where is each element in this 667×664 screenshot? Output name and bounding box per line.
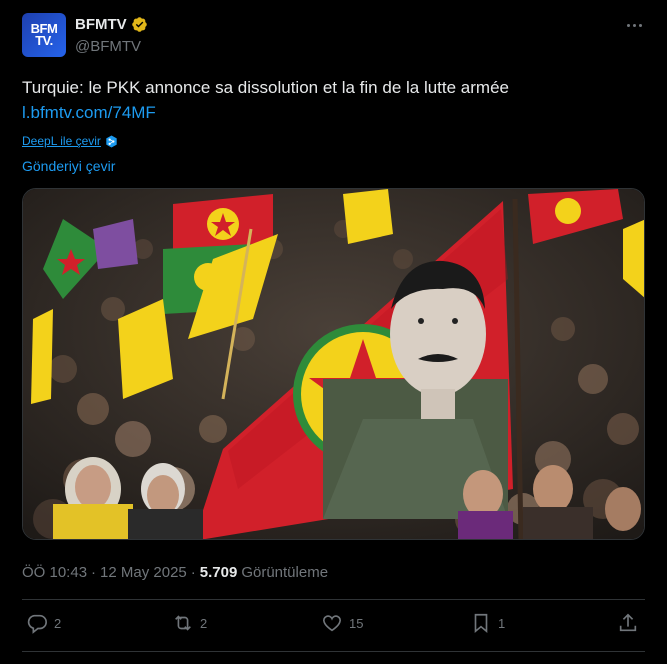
share-icon xyxy=(619,613,637,632)
reply-icon xyxy=(27,614,47,634)
like-button[interactable]: 15 xyxy=(321,612,363,634)
translate-post-link[interactable]: Gönderiyi çevir xyxy=(22,158,115,174)
deepl-translate-link[interactable]: DeepL ile çevir xyxy=(22,134,118,148)
author-handle[interactable]: @BFMTV xyxy=(75,38,141,55)
retweet-count: 2 xyxy=(200,615,208,631)
bookmark-button[interactable]: 1 xyxy=(470,612,505,634)
retweet-button[interactable]: 2 xyxy=(172,612,207,634)
share-button[interactable] xyxy=(617,612,639,634)
more-options-icon[interactable] xyxy=(624,20,644,30)
like-icon xyxy=(323,615,341,632)
divider xyxy=(22,651,645,652)
tweet-link[interactable]: l.bfmtv.com/74MF xyxy=(22,103,156,123)
reply-button[interactable]: 2 xyxy=(26,612,61,634)
deepl-icon xyxy=(106,134,117,148)
action-bar: 2 2 15 1 xyxy=(22,612,645,642)
retweet-icon xyxy=(175,615,191,631)
bookmark-icon xyxy=(474,613,488,634)
author-name-row: BFMTV xyxy=(75,16,148,33)
tweet-meta: ÖÖ 10:43 · 12 May 2025 · 5.709 Görüntüle… xyxy=(22,564,328,581)
avatar-text-line2: TV. xyxy=(35,33,53,48)
view-label: Görüntüleme xyxy=(241,564,329,581)
meta-separator: · xyxy=(91,564,97,581)
like-count: 15 xyxy=(349,615,364,631)
tweet-text: Turquie: le PKK annonce sa dissolution e… xyxy=(22,78,509,97)
divider xyxy=(22,599,645,600)
view-count: 5.709 xyxy=(199,564,238,581)
deepl-label: DeepL ile çevir xyxy=(22,134,101,148)
protest-flag-photo xyxy=(23,189,644,539)
tweet-time[interactable]: ÖÖ 10:43 xyxy=(22,564,87,581)
tweet-card: BFM TV. BFMTV @BFMTV Turquie: le PKK ann… xyxy=(0,0,667,664)
verified-badge-icon xyxy=(131,17,147,32)
reply-count: 2 xyxy=(54,615,62,631)
tweet-media-image[interactable] xyxy=(22,188,645,540)
bookmark-count: 1 xyxy=(498,615,506,631)
avatar[interactable]: BFM TV. xyxy=(22,13,66,57)
meta-separator: · xyxy=(190,564,196,581)
tweet-date[interactable]: 12 May 2025 xyxy=(100,564,187,581)
author-name[interactable]: BFMTV xyxy=(75,16,127,33)
